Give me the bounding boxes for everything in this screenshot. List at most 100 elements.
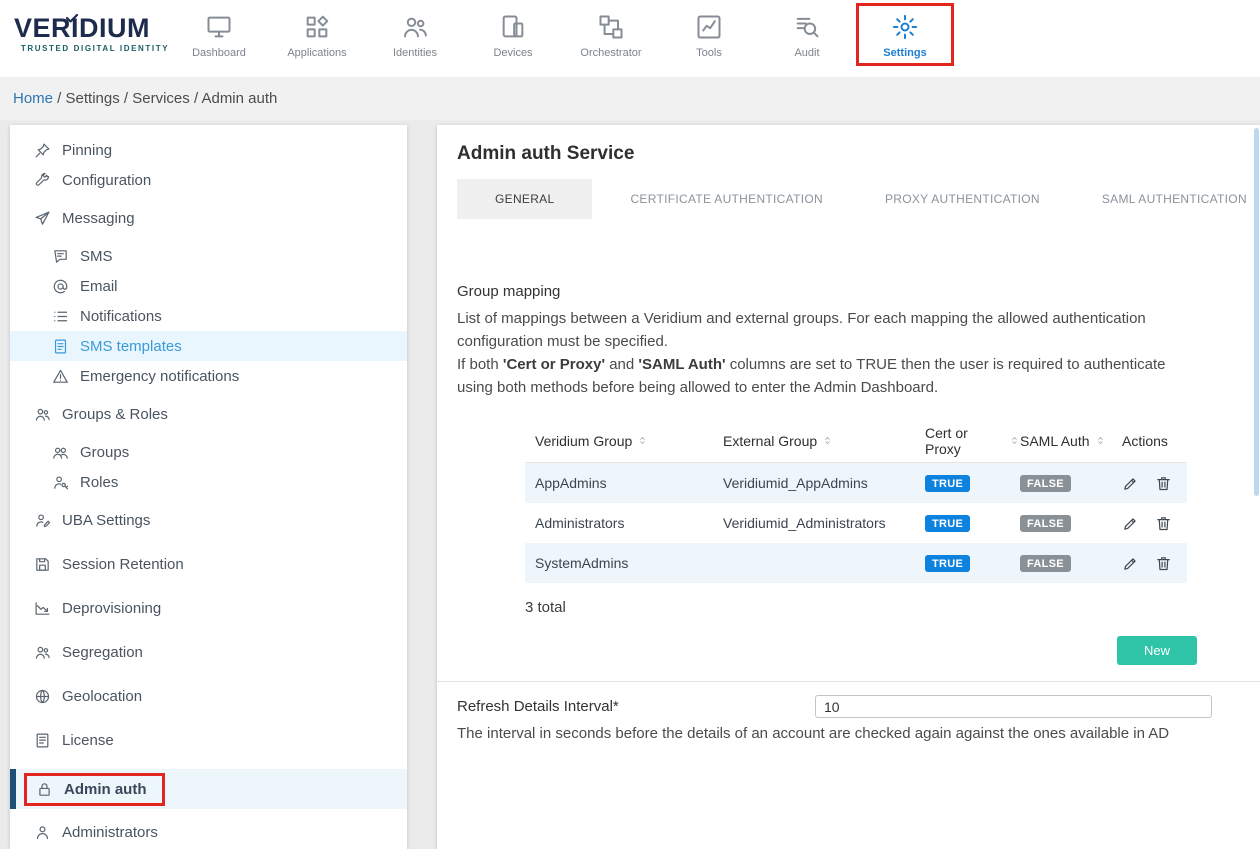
cell-external-group: Veridiumid_AppAdmins bbox=[723, 475, 925, 491]
sidebar-item-messaging[interactable]: Messaging bbox=[10, 203, 407, 233]
cell-cert-or-proxy: TRUE bbox=[925, 554, 1020, 573]
dashboard-icon bbox=[205, 13, 233, 41]
column-label: SAML Auth bbox=[1020, 433, 1090, 449]
column-header-cert-or-proxy[interactable]: Cert or Proxy bbox=[925, 425, 1020, 457]
audit-icon bbox=[793, 13, 821, 41]
sidebar-item-geolocation[interactable]: Geolocation bbox=[10, 681, 407, 711]
nav-label: Settings bbox=[883, 47, 926, 59]
nav-item-tools[interactable]: Tools bbox=[660, 3, 758, 66]
document-icon bbox=[52, 338, 69, 355]
devices-icon bbox=[499, 13, 527, 41]
sort-icon bbox=[1095, 435, 1106, 446]
sidebar-item-label: Geolocation bbox=[62, 688, 142, 705]
sidebar-item-email[interactable]: Email bbox=[10, 271, 407, 301]
new-button[interactable]: New bbox=[1117, 636, 1197, 665]
refresh-interval-row: Refresh Details Interval* bbox=[457, 695, 1260, 718]
group-mapping-heading: Group mapping bbox=[457, 283, 1260, 300]
nav-item-orchestrator[interactable]: Orchestrator bbox=[562, 3, 660, 66]
breadcrumb-item-services[interactable]: Services bbox=[132, 90, 190, 107]
edit-icon[interactable] bbox=[1122, 475, 1139, 492]
column-label: Actions bbox=[1122, 433, 1168, 449]
column-header-veridium-group[interactable]: Veridium Group bbox=[525, 433, 723, 449]
group-mapping-description-2: If both 'Cert or Proxy' and 'SAML Auth' … bbox=[457, 353, 1260, 399]
sidebar-item-sms[interactable]: SMS bbox=[10, 241, 407, 271]
table-header-row: Veridium GroupExternal GroupCert or Prox… bbox=[525, 419, 1187, 463]
sidebar-item-configuration[interactable]: Configuration bbox=[10, 165, 407, 195]
logo-text: VERIDIUM bbox=[14, 13, 176, 43]
sidebar-item-label: Notifications bbox=[80, 308, 162, 325]
sidebar-item-uba-settings[interactable]: UBA Settings bbox=[10, 505, 407, 535]
sidebar-item-label: Messaging bbox=[62, 210, 135, 227]
sidebar-item-label: UBA Settings bbox=[62, 512, 150, 529]
people-icon bbox=[34, 644, 51, 661]
nav-item-applications[interactable]: Applications bbox=[268, 3, 366, 66]
nav-label: Applications bbox=[287, 47, 346, 59]
nav-label: Audit bbox=[794, 47, 819, 59]
people-icon bbox=[34, 406, 51, 423]
sort-icon bbox=[1009, 435, 1020, 446]
nav-item-dashboard[interactable]: Dashboard bbox=[170, 3, 268, 66]
refresh-interval-input[interactable] bbox=[815, 695, 1212, 718]
column-header-external-group[interactable]: External Group bbox=[723, 433, 925, 449]
sidebar-item-administrators[interactable]: Administrators bbox=[10, 817, 407, 847]
nav-item-devices[interactable]: Devices bbox=[464, 3, 562, 66]
annotation-box: Admin auth bbox=[24, 773, 165, 806]
sidebar-item-label: License bbox=[62, 732, 114, 749]
sidebar-item-label: Roles bbox=[80, 474, 118, 491]
cert-or-proxy-badge: TRUE bbox=[925, 475, 970, 492]
nav-item-audit[interactable]: Audit bbox=[758, 3, 856, 66]
edit-icon[interactable] bbox=[1122, 555, 1139, 572]
cell-cert-or-proxy: TRUE bbox=[925, 474, 1020, 493]
sidebar-item-segregation[interactable]: Segregation bbox=[10, 637, 407, 667]
chart-down-icon bbox=[34, 600, 51, 617]
column-header-actions: Actions bbox=[1122, 433, 1187, 449]
cell-actions bbox=[1122, 555, 1187, 572]
tab-certificate-authentication[interactable]: CERTIFICATE AUTHENTICATION bbox=[606, 179, 846, 219]
column-header-saml-auth[interactable]: SAML Auth bbox=[1020, 433, 1122, 449]
group-mapping-description-1: List of mappings between a Veridium and … bbox=[457, 307, 1260, 353]
sidebar-item-session-retention[interactable]: Session Retention bbox=[10, 549, 407, 579]
table-body: AppAdminsVeridiumid_AppAdminsTRUEFALSEAd… bbox=[525, 463, 1187, 583]
sidebar-item-label: Pinning bbox=[62, 142, 112, 159]
nav-label: Devices bbox=[493, 47, 532, 59]
breadcrumb-separator: / bbox=[190, 90, 202, 107]
new-button-row: New bbox=[457, 636, 1260, 665]
delete-icon[interactable] bbox=[1155, 515, 1172, 532]
sidebar-item-roles[interactable]: Roles bbox=[10, 467, 407, 497]
tab-saml-authentication[interactable]: SAML AUTHENTICATION bbox=[1078, 179, 1260, 219]
sidebar-item-label: SMS bbox=[80, 248, 113, 265]
delete-icon[interactable] bbox=[1155, 555, 1172, 572]
cell-saml-auth: FALSE bbox=[1020, 514, 1122, 533]
sidebar-item-label: Admin auth bbox=[64, 781, 147, 798]
sidebar-item-label: Deprovisioning bbox=[62, 600, 161, 617]
sidebar-item-sms-templates[interactable]: SMS templates bbox=[10, 331, 407, 361]
sidebar-item-emergency-notifications[interactable]: Emergency notifications bbox=[10, 361, 407, 391]
sidebar-item-groups[interactable]: Groups bbox=[10, 437, 407, 467]
cell-veridium-group: SystemAdmins bbox=[525, 555, 723, 571]
nav-item-settings[interactable]: Settings bbox=[856, 3, 954, 66]
sidebar-item-license[interactable]: License bbox=[10, 725, 407, 755]
nav-item-identities[interactable]: Identities bbox=[366, 3, 464, 66]
at-icon bbox=[52, 278, 69, 295]
edit-icon[interactable] bbox=[1122, 515, 1139, 532]
wrench-icon bbox=[34, 172, 51, 189]
logo-check-icon bbox=[66, 10, 78, 28]
cell-external-group: Veridiumid_Administrators bbox=[723, 515, 925, 531]
sidebar-item-admin-auth[interactable]: Admin auth bbox=[10, 769, 407, 809]
breadcrumb-item-home[interactable]: Home bbox=[13, 90, 53, 107]
page-title: Admin auth Service bbox=[457, 143, 1260, 165]
breadcrumb-item-settings[interactable]: Settings bbox=[66, 90, 120, 107]
orchestrator-icon bbox=[597, 13, 625, 41]
delete-icon[interactable] bbox=[1155, 475, 1172, 492]
sidebar-item-pinning[interactable]: Pinning bbox=[10, 135, 407, 165]
sidebar-item-label: SMS templates bbox=[80, 338, 182, 355]
scrollbar-thumb[interactable] bbox=[1254, 128, 1259, 496]
tab-proxy-authentication[interactable]: PROXY AUTHENTICATION bbox=[861, 179, 1064, 219]
table-total: 3 total bbox=[525, 599, 1260, 616]
breadcrumb: Home / Settings / Services / Admin auth bbox=[0, 77, 1260, 120]
sidebar-item-deprovisioning[interactable]: Deprovisioning bbox=[10, 593, 407, 623]
sidebar-item-notifications[interactable]: Notifications bbox=[10, 301, 407, 331]
sidebar-item-groups-roles[interactable]: Groups & Roles bbox=[10, 399, 407, 429]
sidebar-item-label: Configuration bbox=[62, 172, 151, 189]
tab-general[interactable]: GENERAL bbox=[457, 179, 592, 219]
